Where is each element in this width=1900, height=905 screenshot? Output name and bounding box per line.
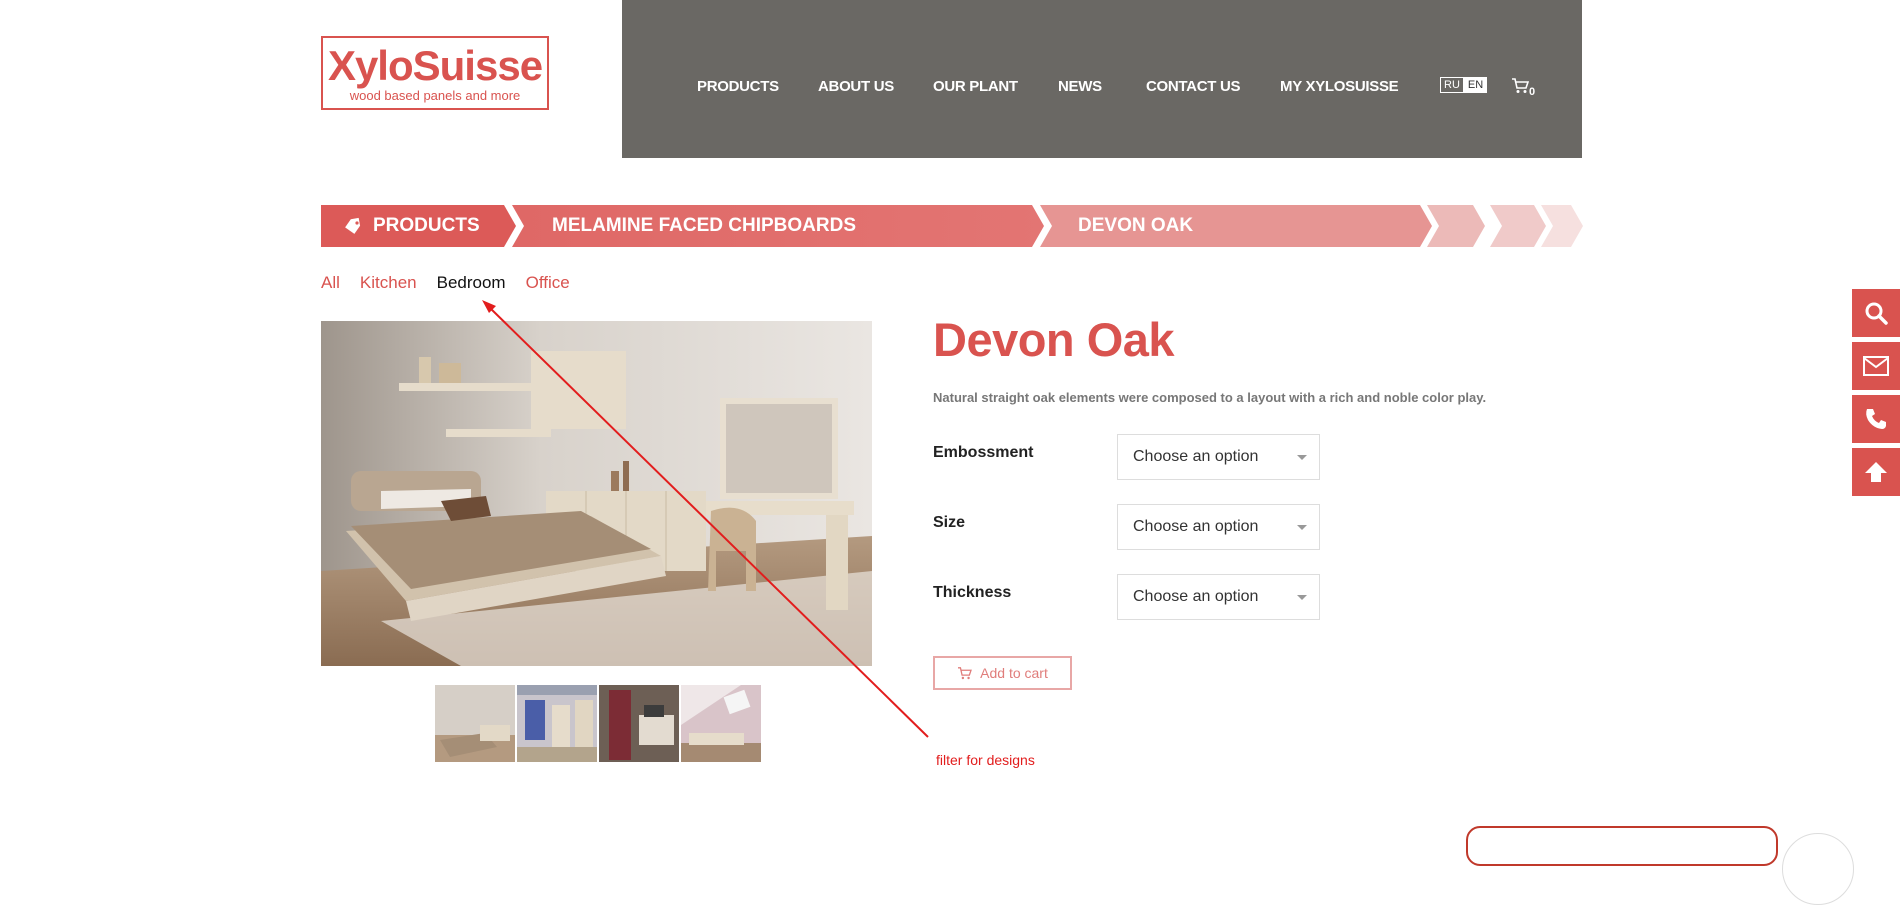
arrow-up-icon[interactable] — [1852, 448, 1900, 496]
annotation-text: filter for designs — [936, 752, 1035, 768]
mail-icon[interactable] — [1852, 342, 1900, 390]
search-icon[interactable] — [1852, 289, 1900, 337]
phone-icon[interactable] — [1852, 395, 1900, 443]
chat-widget[interactable] — [1466, 826, 1778, 866]
chat-launcher[interactable] — [1782, 833, 1854, 905]
annotation-arrow — [482, 300, 929, 738]
